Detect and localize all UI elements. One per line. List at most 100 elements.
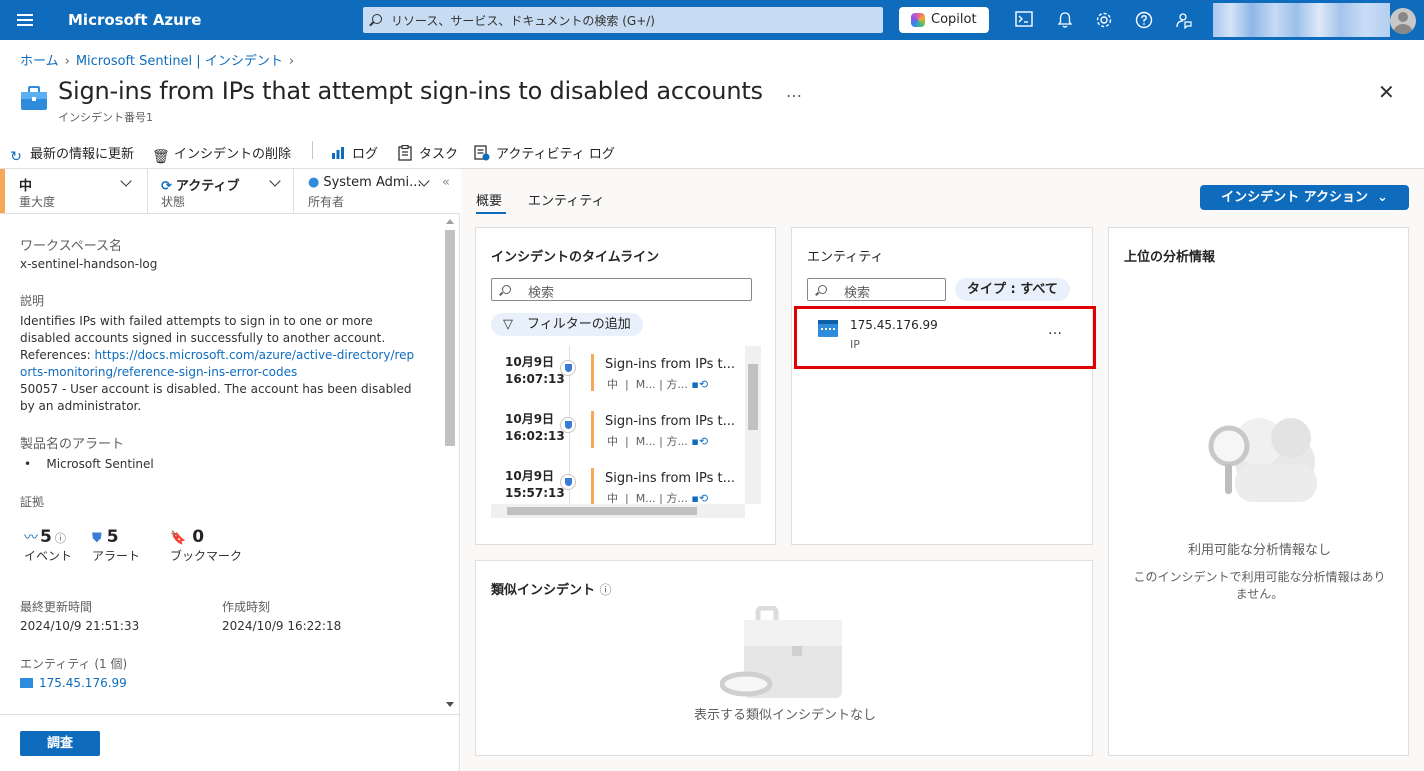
chevron-right-icon: › (64, 54, 70, 69)
status-value-wrap: ⟳ アクティブ (161, 175, 239, 194)
sync-icon: ⟳ (161, 179, 172, 194)
entity-item-highlight[interactable] (794, 306, 1096, 369)
type-filter-pill[interactable]: タイプ : すべて (955, 278, 1070, 301)
severity-label: 重大度 (19, 195, 56, 209)
bookmarks-count: 0 (192, 527, 205, 547)
info-icon[interactable]: ⓘ (600, 583, 612, 597)
status-label: 状態 (161, 195, 186, 209)
breadcrumb-sentinel[interactable]: Microsoft Sentinel | インシデント (76, 54, 283, 69)
incident-action-button[interactable]: インシデント アクション ⌄ (1200, 185, 1409, 210)
account-info-blurred[interactable] (1213, 3, 1390, 37)
entity-ip-item[interactable]: 175.45.176.99 (20, 676, 127, 690)
incident-action-label: インシデント アクション (1221, 190, 1368, 205)
timeline-search-input[interactable]: 検索 (491, 278, 752, 301)
tasks-label: タスク (419, 147, 459, 162)
severity-dropdown[interactable]: 中 重大度 (19, 169, 148, 213)
no-similar-illustration (719, 605, 850, 698)
breadcrumb: ホーム › Microsoft Sentinel | インシデント › (20, 50, 300, 69)
entities-title: エンティティ (807, 250, 884, 265)
incident-fields-bar: 中 重大度 ⟳ アクティブ 状態 ● System Admi... 所有者 « (0, 169, 460, 214)
help-icon[interactable] (1135, 11, 1153, 29)
global-search-input[interactable]: リソース、サービス、ドキュメントの検索 (G+/) (363, 7, 883, 33)
owner-dropdown[interactable]: ● System Admi... 所有者 (294, 169, 436, 213)
tab-overview[interactable]: 概要 (476, 190, 502, 209)
timeline-item[interactable]: 10月9日 16:02:13 Sign-ins from IPs t... 中 |… (491, 411, 741, 468)
timeline-vscroll-thumb[interactable] (748, 364, 758, 430)
search-icon (502, 285, 511, 294)
activity-log-icon (474, 145, 490, 161)
chevron-down-icon (120, 175, 132, 187)
entities-count-label: エンティティ (1 個) (20, 657, 128, 671)
activity-log-button[interactable]: アクティビティ ログ (474, 143, 615, 162)
status-dropdown[interactable]: ⟳ アクティブ 状態 (148, 169, 294, 213)
severity-accent (0, 169, 5, 213)
product-item: • Microsoft Sentinel (24, 457, 154, 471)
description-part1: Identifies IPs with failed attempts to s… (20, 314, 386, 345)
delete-incident-button[interactable]: 🗑 インシデントの削除 (152, 143, 291, 165)
avatar[interactable] (1390, 8, 1416, 34)
timeline-item[interactable]: 10月9日 16:07:13 Sign-ins from IPs t... 中 |… (491, 354, 741, 411)
logs-icon (330, 145, 346, 161)
owner-label: 所有者 (308, 195, 345, 209)
toolbar-divider (312, 141, 313, 159)
briefcase-icon (20, 86, 48, 112)
timeline-vscroll[interactable] (745, 346, 761, 504)
bookmark-icon: 🔖 (170, 531, 187, 546)
timeline-date: 10月9日 16:07:13 (505, 355, 565, 386)
alerts-stat[interactable]: ⛊ 5 アラート (92, 527, 140, 563)
timeline-hscroll-thumb[interactable] (507, 507, 697, 515)
entities-card: エンティティ 検索 タイプ : すべて 175.45.176.99 IP … (791, 227, 1093, 545)
brand-title[interactable]: Microsoft Azure (68, 11, 201, 29)
page-title: Sign-ins from IPs that attempt sign-ins … (58, 77, 763, 105)
refresh-button[interactable]: ↻ 最新の情報に更新 (8, 143, 134, 165)
timeline-card: インシデントのタイムライン 検索 ▽ フィルターの追加 10月9日 16:07:13… (475, 227, 776, 545)
settings-gear-icon[interactable] (1095, 11, 1113, 29)
pulse-icon: 〰 (24, 530, 38, 546)
copilot-label: Copilot (931, 12, 977, 27)
add-filter-button[interactable]: ▽ フィルターの追加 (491, 313, 643, 336)
alerts-count: 5 (106, 527, 119, 547)
severity-value: 中 (19, 179, 33, 194)
more-options-icon[interactable]: … (786, 82, 802, 101)
person-icon: ● (308, 175, 320, 190)
collapse-panel-icon[interactable]: « (442, 175, 450, 190)
cloud-shell-icon[interactable] (1015, 11, 1033, 29)
workspace-label: ワークスペース名 (20, 239, 123, 254)
breadcrumb-home[interactable]: ホーム (20, 54, 59, 69)
clipboard-icon (397, 144, 413, 161)
search-icon (372, 14, 382, 24)
entities-search-input[interactable]: 検索 (807, 278, 946, 301)
no-insights-desc: このインシデントで利用可能な分析情報はありません。 (1133, 570, 1386, 601)
bookmarks-stat[interactable]: 🔖 0 ブックマーク (170, 527, 242, 563)
events-stat[interactable]: 〰 5 ⓘ イベント (24, 527, 72, 563)
timeline-date: 10月9日 15:57:13 (505, 469, 565, 500)
investigate-button[interactable]: 調査 (20, 731, 100, 756)
ip-entity-icon (20, 678, 33, 688)
similar-title: 類似インシデント (491, 583, 596, 598)
search-placeholder: リソース、サービス、ドキュメントの検索 (G+/) (391, 14, 655, 28)
menu-icon[interactable] (17, 14, 33, 26)
timeline-item-meta: 中 | M... | 方... ▪⟲ (607, 435, 709, 448)
scroll-up-icon[interactable] (446, 219, 454, 224)
no-insights-title: 利用可能な分析情報なし (1187, 543, 1331, 558)
timeline-item-title: Sign-ins from IPs t... (605, 471, 736, 486)
scroll-thumb[interactable] (445, 230, 455, 446)
product-value: Microsoft Sentinel (46, 457, 154, 471)
notifications-icon[interactable] (1056, 11, 1074, 29)
close-icon[interactable]: ✕ (1378, 82, 1395, 102)
copilot-button[interactable]: Copilot (899, 7, 989, 33)
timeline-hscroll[interactable] (491, 504, 745, 518)
tasks-button[interactable]: タスク (397, 143, 458, 162)
scroll-down-icon[interactable] (446, 702, 454, 707)
feedback-icon[interactable] (1175, 11, 1193, 30)
details-scrollbar[interactable] (443, 214, 459, 714)
tab-entities[interactable]: エンティティ (528, 190, 604, 209)
chevron-down-icon: ⌄ (1377, 190, 1388, 205)
insights-title: 上位の分析情報 (1124, 250, 1216, 265)
severity-bar (591, 468, 594, 505)
incident-number: インシデント番号1 (58, 111, 153, 124)
logs-button[interactable]: ログ (330, 143, 378, 162)
timeline-item-title: Sign-ins from IPs t... (605, 414, 736, 429)
entity-ip-link[interactable]: 175.45.176.99 (39, 676, 127, 690)
entities-search-placeholder: 検索 (844, 286, 871, 301)
